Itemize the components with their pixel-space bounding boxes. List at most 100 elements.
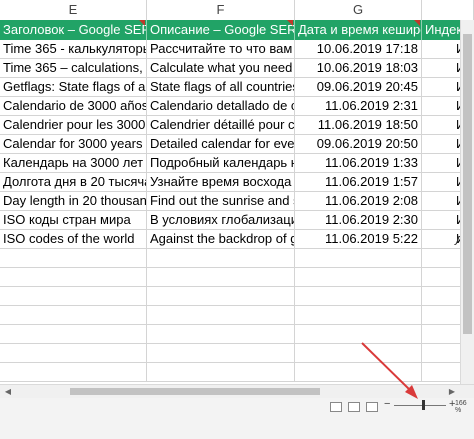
date-cell[interactable]: 11.06.2019 5:22 [295, 230, 422, 248]
column-letter-e[interactable]: E [0, 0, 147, 20]
empty-cell[interactable] [147, 249, 295, 267]
column-letter-h[interactable] [422, 0, 474, 20]
title-cell[interactable]: Time 365 - калькуляторы, расчёты [0, 40, 147, 58]
empty-cell[interactable] [0, 344, 147, 362]
title-cell[interactable]: ISO коды стран мира [0, 211, 147, 229]
date-cell[interactable]: 11.06.2019 2:31 [295, 97, 422, 115]
empty-cell[interactable] [295, 344, 422, 362]
date-cell[interactable]: 11.06.2019 18:50 [295, 116, 422, 134]
zoom-out-icon[interactable]: − [384, 398, 390, 410]
date-cell[interactable]: 09.06.2019 20:45 [295, 78, 422, 96]
table-row: ISO коды стран мира В условиях глобализа… [0, 211, 474, 230]
zoom-slider-thumb[interactable] [422, 400, 425, 410]
header-description-label: Описание – Google SERP [150, 22, 295, 37]
empty-cell[interactable] [295, 306, 422, 324]
page-break-view-icon[interactable] [366, 402, 378, 412]
empty-row [0, 249, 474, 268]
empty-cell[interactable] [147, 344, 295, 362]
date-cell[interactable]: 11.06.2019 1:57 [295, 173, 422, 191]
table-row: Time 365 - калькуляторы, расчёты Рассчит… [0, 40, 474, 59]
filter-dropdown-icon[interactable] [287, 20, 293, 26]
title-cell[interactable]: Долгота дня в 20 тысячах городов [0, 173, 147, 191]
empty-cell[interactable] [295, 287, 422, 305]
date-cell[interactable]: 10.06.2019 18:03 [295, 59, 422, 77]
empty-cell[interactable] [0, 306, 147, 324]
empty-row [0, 306, 474, 325]
title-cell[interactable]: Time 365 – calculations, calculators [0, 59, 147, 77]
empty-row [0, 344, 474, 363]
date-cell[interactable]: 11.06.2019 1:33 [295, 154, 422, 172]
description-cell[interactable]: В условиях глобализации важно [147, 211, 295, 229]
table-row: Calendario de 3000 años Calendario detal… [0, 97, 474, 116]
normal-view-icon[interactable] [330, 402, 342, 412]
title-cell[interactable]: Day length in 20 thousands cities [0, 192, 147, 210]
column-letter-f[interactable]: F [147, 0, 295, 20]
empty-cell[interactable] [0, 363, 147, 381]
scroll-left-icon[interactable]: ◀ [2, 386, 14, 398]
description-cell[interactable]: Узнайте время восхода и заката [147, 173, 295, 191]
table-row: Календарь на 3000 лет Подробный календар… [0, 154, 474, 173]
empty-cell[interactable] [0, 325, 147, 343]
empty-cell[interactable] [147, 306, 295, 324]
empty-row [0, 325, 474, 344]
description-cell[interactable]: Calendrier détaillé pour chaque année [147, 116, 295, 134]
description-cell[interactable]: State flags of all countries. [147, 78, 295, 96]
title-cell[interactable]: Calendario de 3000 años [0, 97, 147, 115]
horizontal-scrollbar[interactable]: ◀ ▶ [0, 384, 474, 398]
table-row: Долгота дня в 20 тысячах городов Узнайте… [0, 173, 474, 192]
filter-dropdown-icon[interactable] [139, 20, 145, 26]
table-row: Time 365 – calculations, calculators Cal… [0, 59, 474, 78]
header-cache-date-label: Дата и время кеширования [298, 22, 421, 37]
empty-cell[interactable] [147, 325, 295, 343]
empty-cell[interactable] [295, 268, 422, 286]
header-cell-cache-date[interactable]: Дата и время кеширования [295, 20, 422, 40]
filter-dropdown-icon[interactable] [414, 20, 420, 26]
title-cell[interactable]: Календарь на 3000 лет [0, 154, 147, 172]
empty-cell[interactable] [295, 249, 422, 267]
table-row: Calendar for 3000 years Detailed calenda… [0, 135, 474, 154]
zoom-level[interactable]: 166 % [455, 400, 474, 414]
description-cell[interactable]: Рассчитайте то что вам необходимо [147, 40, 295, 58]
title-cell[interactable]: ISO codes of the world [0, 230, 147, 248]
date-cell[interactable]: 09.06.2019 20:50 [295, 135, 422, 153]
horizontal-scroll-thumb[interactable] [70, 388, 320, 395]
empty-cell[interactable] [147, 363, 295, 381]
empty-cell[interactable] [0, 268, 147, 286]
empty-cell[interactable] [147, 268, 295, 286]
description-cell[interactable]: Find out the sunrise and sunset [147, 192, 295, 210]
title-cell[interactable]: Calendrier pour les 3000 ans [0, 116, 147, 134]
description-cell[interactable]: Detailed calendar for every one [147, 135, 295, 153]
vertical-scrollbar[interactable] [460, 20, 474, 384]
zoom-slider-track[interactable] [394, 405, 446, 406]
page-layout-view-icon[interactable] [348, 402, 360, 412]
empty-cell[interactable] [0, 287, 147, 305]
scroll-right-icon[interactable]: ▶ [446, 386, 458, 398]
description-cell[interactable]: Calendario detallado de cada año [147, 97, 295, 115]
table-row: Day length in 20 thousands cities Find o… [0, 192, 474, 211]
header-cell-title[interactable]: Заголовок – Google SERP [0, 20, 147, 40]
empty-cell[interactable] [0, 249, 147, 267]
empty-row [0, 363, 474, 382]
table-row: Getflags: State flags of all countries S… [0, 78, 474, 97]
table-body: Time 365 - калькуляторы, расчёты Рассчит… [0, 40, 474, 382]
empty-row [0, 268, 474, 287]
description-cell[interactable]: Подробный календарь на каждый год [147, 154, 295, 172]
date-cell[interactable]: 11.06.2019 2:30 [295, 211, 422, 229]
vertical-scroll-thumb[interactable] [463, 34, 472, 334]
date-cell[interactable]: 11.06.2019 2:08 [295, 192, 422, 210]
description-cell[interactable]: Calculate what you need in a second [147, 59, 295, 77]
empty-cell[interactable] [147, 287, 295, 305]
spreadsheet-grid[interactable]: E F G Заголовок – Google SERP Описание –… [0, 0, 474, 384]
empty-row [0, 287, 474, 306]
table-header-row: Заголовок – Google SERP Описание – Googl… [0, 20, 474, 40]
description-cell[interactable]: Against the backdrop of globalization [147, 230, 295, 248]
title-cell[interactable]: Getflags: State flags of all countries [0, 78, 147, 96]
title-cell[interactable]: Calendar for 3000 years [0, 135, 147, 153]
header-cell-description[interactable]: Описание – Google SERP [147, 20, 295, 40]
column-letters-bar: E F G [0, 0, 474, 21]
empty-cell[interactable] [295, 363, 422, 381]
table-row: ISO codes of the world Against the backd… [0, 230, 474, 249]
date-cell[interactable]: 10.06.2019 17:18 [295, 40, 422, 58]
column-letter-g[interactable]: G [295, 0, 422, 20]
empty-cell[interactable] [295, 325, 422, 343]
